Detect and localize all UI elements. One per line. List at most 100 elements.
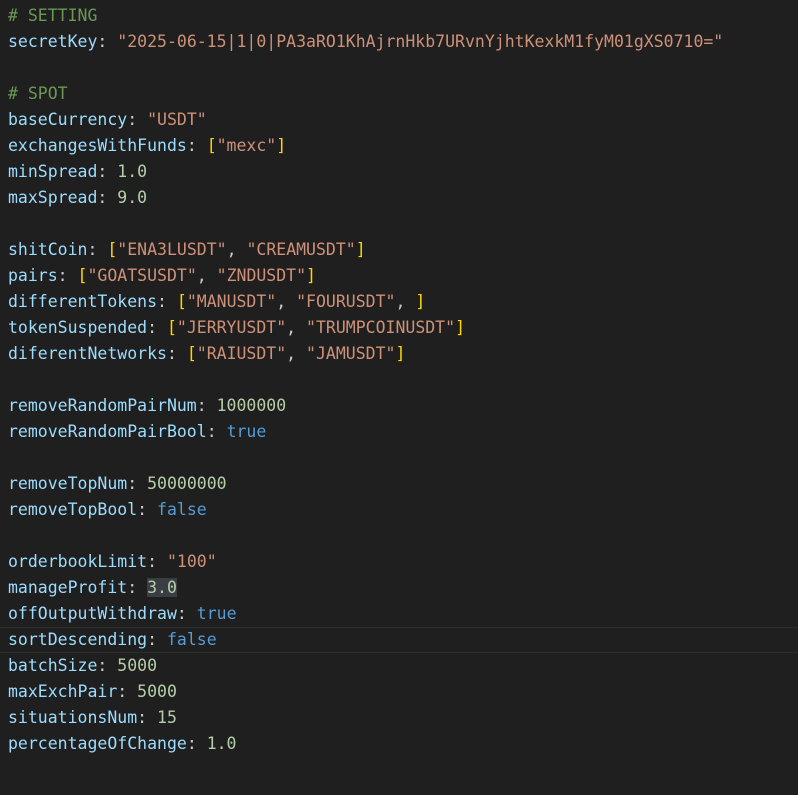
code-line-maxExchPair[interactable]: maxExchPair: 5000 bbox=[0, 679, 798, 705]
close-bracket: ] bbox=[306, 266, 316, 285]
config-key: offOutputWithdraw bbox=[8, 604, 177, 623]
code-line-percentageOfChange[interactable]: percentageOfChange: 1.0 bbox=[0, 731, 798, 757]
config-key: minSpread bbox=[8, 162, 98, 181]
colon: : bbox=[117, 682, 138, 701]
code-line-sortDescending[interactable]: sortDescending: false bbox=[0, 627, 798, 653]
colon: : bbox=[97, 188, 118, 207]
config-value: 1.0 bbox=[117, 162, 148, 181]
open-bracket: [ bbox=[77, 266, 88, 285]
code-line-removeTopNum[interactable]: removeTopNum: 50000000 bbox=[0, 471, 798, 497]
comma: , bbox=[286, 318, 307, 337]
colon: : bbox=[186, 136, 207, 155]
config-key: manageProfit bbox=[8, 578, 128, 597]
config-key: removeTopBool bbox=[8, 500, 138, 519]
list-item-value: "ENA3LUSDT" bbox=[117, 240, 227, 259]
comma: , bbox=[226, 240, 247, 259]
comment-text: # SPOT bbox=[8, 84, 68, 103]
config-value: 9.0 bbox=[117, 188, 148, 207]
list-item-value: "JAMUSDT" bbox=[306, 344, 396, 363]
open-bracket: [ bbox=[107, 240, 118, 259]
code-line-exchangesWithFunds[interactable]: exchangesWithFunds: ["mexc"] bbox=[0, 133, 798, 159]
code-line-differentTokens[interactable]: differentTokens: ["MANUSDT", "FOURUSDT",… bbox=[0, 289, 798, 315]
config-value: 5000 bbox=[137, 682, 177, 701]
list-item-value: "CREAMUSDT" bbox=[246, 240, 356, 259]
colon: : bbox=[87, 240, 108, 259]
comment-line[interactable]: # SPOT bbox=[0, 81, 798, 107]
colon: : bbox=[176, 604, 197, 623]
config-value: 5000 bbox=[117, 656, 158, 675]
blank-line[interactable] bbox=[0, 367, 798, 393]
code-line-minSpread[interactable]: minSpread: 1.0 bbox=[0, 159, 798, 185]
colon: : bbox=[127, 110, 148, 129]
comment-text: # SETTING bbox=[8, 6, 98, 25]
config-key: tokenSuspended bbox=[8, 318, 148, 337]
list-item-value: "MANUSDT" bbox=[186, 292, 277, 311]
config-value: false bbox=[166, 630, 217, 649]
comma: , bbox=[196, 266, 217, 285]
comment-line[interactable]: # SETTING bbox=[0, 3, 798, 29]
colon: : bbox=[137, 500, 158, 519]
colon: : bbox=[147, 318, 167, 337]
open-bracket: [ bbox=[186, 344, 197, 363]
comma: , bbox=[286, 344, 307, 363]
blank-line[interactable] bbox=[0, 523, 798, 549]
list-item-value: "JERRYUSDT" bbox=[176, 318, 287, 337]
list-item-value: "TRUMPCOINUSDT" bbox=[306, 318, 456, 337]
code-line-removeRandomPairBool[interactable]: removeRandomPairBool: true bbox=[0, 419, 798, 445]
code-line-offOutputWithdraw[interactable]: offOutputWithdraw: true bbox=[0, 601, 798, 627]
config-value: 50000000 bbox=[147, 474, 227, 493]
code-line-baseCurrency[interactable]: baseCurrency: "USDT" bbox=[0, 107, 798, 133]
config-value: true bbox=[226, 422, 267, 441]
colon: : bbox=[127, 578, 148, 597]
comma: , bbox=[395, 292, 416, 311]
code-editor[interactable]: # SETTING secretKey: "2025-06-15|1|0|PA3a… bbox=[0, 0, 798, 795]
code-line-removeRandomPairNum[interactable]: removeRandomPairNum: 1000000 bbox=[0, 393, 798, 419]
config-key: secretKey bbox=[8, 32, 98, 51]
colon: : bbox=[97, 32, 118, 51]
close-bracket: ] bbox=[415, 292, 426, 311]
config-key: percentageOfChange bbox=[8, 734, 187, 753]
colon: : bbox=[147, 630, 167, 649]
code-line-manageProfit[interactable]: manageProfit: 3.0 bbox=[0, 575, 798, 601]
list-item-value: "RAIUSDT" bbox=[196, 344, 287, 363]
colon: : bbox=[57, 266, 78, 285]
config-key: maxSpread bbox=[8, 188, 98, 207]
list-item-value: "mexc" bbox=[216, 136, 277, 155]
config-key: batchSize bbox=[8, 656, 98, 675]
config-key: removeTopNum bbox=[8, 474, 128, 493]
blank-line[interactable] bbox=[0, 211, 798, 237]
config-value: false bbox=[157, 500, 207, 519]
code-line-diferentNetworks[interactable]: diferentNetworks: ["RAIUSDT", "JAMUSDT"] bbox=[0, 341, 798, 367]
close-bracket: ] bbox=[395, 344, 406, 363]
colon: : bbox=[196, 396, 217, 415]
config-key: maxExchPair bbox=[8, 682, 118, 701]
colon: : bbox=[127, 474, 148, 493]
config-key: baseCurrency bbox=[8, 110, 128, 129]
code-line-pairs[interactable]: pairs: ["GOATSUSDT", "ZNDUSDT"] bbox=[0, 263, 798, 289]
config-key: removeRandomPairBool bbox=[8, 422, 207, 441]
code-line-orderbookLimit[interactable]: orderbookLimit: "100" bbox=[0, 549, 798, 575]
code-line-removeTopBool[interactable]: removeTopBool: false bbox=[0, 497, 798, 523]
code-line-shitCoin[interactable]: shitCoin: ["ENA3LUSDT", "CREAMUSDT"] bbox=[0, 237, 798, 263]
config-key: situationsNum bbox=[8, 708, 138, 727]
code-line-situationsNum[interactable]: situationsNum: 15 bbox=[0, 705, 798, 731]
code-line-secretKey[interactable]: secretKey: "2025-06-15|1|0|PA3aRO1KhAjrn… bbox=[0, 29, 798, 55]
colon: : bbox=[147, 552, 167, 571]
config-value: "2025-06-15|1|0|PA3aRO1KhAjrnHkb7URvnYjh… bbox=[117, 32, 724, 51]
config-key: removeRandomPairNum bbox=[8, 396, 197, 415]
colon: : bbox=[186, 734, 207, 753]
code-line-tokenSuspended[interactable]: tokenSuspended: ["JERRYUSDT", "TRUMPCOIN… bbox=[0, 315, 798, 341]
open-bracket: [ bbox=[176, 292, 187, 311]
code-line-batchSize[interactable]: batchSize: 5000 bbox=[0, 653, 798, 679]
config-key: shitCoin bbox=[8, 240, 88, 259]
config-value: 3.0 bbox=[147, 578, 177, 597]
colon: : bbox=[97, 656, 118, 675]
blank-line[interactable] bbox=[0, 55, 798, 81]
list-item-value: "FOURUSDT" bbox=[296, 292, 396, 311]
code-line-maxSpread[interactable]: maxSpread: 9.0 bbox=[0, 185, 798, 211]
colon: : bbox=[137, 708, 158, 727]
list-item-value: "ZNDUSDT" bbox=[216, 266, 307, 285]
blank-line[interactable] bbox=[0, 445, 798, 471]
open-bracket: [ bbox=[206, 136, 217, 155]
colon: : bbox=[166, 344, 187, 363]
